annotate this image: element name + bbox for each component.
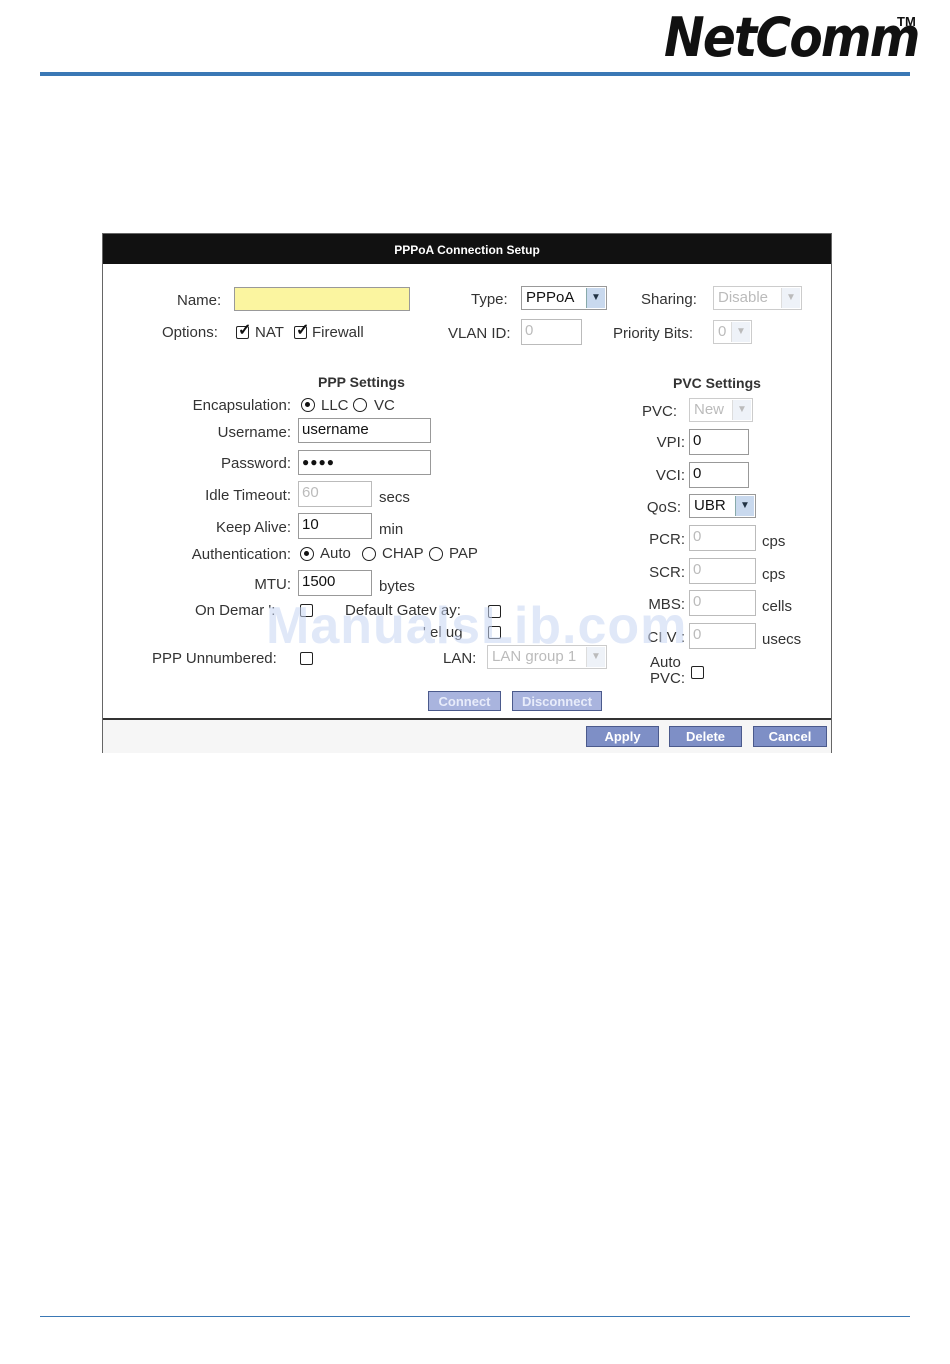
keep-alive-unit: min — [379, 521, 404, 538]
scr-input[interactable]: 0 — [689, 558, 756, 584]
cdvt-unit: usecs — [762, 631, 802, 648]
pcr-label: PCR: — [649, 531, 685, 548]
apply-button[interactable]: Apply — [586, 726, 659, 747]
sharing-value: Disable — [718, 289, 769, 306]
mtu-unit: bytes — [379, 578, 415, 595]
type-label: Type: — [471, 291, 508, 308]
connect-button[interactable]: Connect — [428, 691, 501, 711]
encapsulation-vc-radio[interactable] — [353, 398, 367, 412]
mbs-unit: cells — [762, 598, 793, 615]
keep-alive-input[interactable]: 10 — [298, 513, 372, 539]
idle-timeout-unit: secs — [379, 489, 410, 506]
vci-label: VCI: — [655, 467, 685, 484]
priority-select[interactable]: 0 ▼ — [713, 320, 752, 344]
header-divider — [40, 72, 910, 76]
pvc-settings-heading: PVC Settings — [673, 375, 761, 391]
type-value: PPPoA — [526, 289, 575, 306]
firewall-label: Firewall — [312, 324, 364, 341]
vci-input[interactable]: 0 — [689, 462, 749, 488]
cdvt-input[interactable]: 0 — [689, 623, 756, 649]
chevron-down-icon: ▼ — [735, 496, 754, 516]
qos-select[interactable]: UBR ▼ — [689, 494, 756, 518]
delete-button[interactable]: Delete — [669, 726, 742, 747]
chevron-down-icon: ▼ — [732, 400, 751, 420]
scr-label: SCR: — [649, 564, 685, 581]
vpi-input[interactable]: 0 — [689, 429, 749, 455]
mtu-label: MTU: — [254, 576, 291, 593]
pvc-value: New — [694, 401, 725, 418]
ppp-settings-heading: PPP Settings — [318, 374, 405, 390]
keep-alive-label: Keep Alive: — [215, 519, 291, 536]
priority-value: 0 — [718, 323, 727, 340]
name-input[interactable] — [234, 287, 410, 311]
pcr-input[interactable]: 0 — [689, 525, 756, 551]
auth-auto-label: Auto — [320, 545, 351, 562]
auth-auto-radio[interactable] — [300, 547, 314, 561]
idle-timeout-label: Idle Timeout: — [205, 487, 291, 504]
vlan-label: VLAN ID: — [448, 325, 511, 342]
nat-label: NAT — [255, 324, 284, 341]
sharing-label: Sharing: — [641, 291, 697, 308]
nat-checkbox[interactable]: ✓ — [236, 322, 251, 339]
auth-chap-radio[interactable] — [362, 547, 376, 561]
type-select[interactable]: PPPoA ▼ — [521, 286, 607, 310]
pvc-label: PVC: — [641, 403, 677, 420]
idle-timeout-input[interactable]: 60 — [298, 481, 372, 507]
chevron-down-icon: ▼ — [781, 288, 800, 308]
firewall-checkbox[interactable]: ✓ — [294, 322, 309, 339]
password-input[interactable]: ●●●● — [298, 450, 431, 475]
encapsulation-label: Encapsulation: — [192, 397, 291, 414]
authentication-label: Authentication: — [191, 546, 291, 563]
qos-value: UBR — [694, 497, 726, 514]
trademark-mark: TM — [897, 14, 916, 29]
pcr-unit: cps — [762, 533, 786, 550]
sharing-select[interactable]: Disable ▼ — [713, 286, 802, 310]
mbs-input[interactable]: 0 — [689, 590, 756, 616]
encapsulation-llc-radio[interactable] — [301, 398, 315, 412]
chevron-down-icon: ▼ — [731, 322, 750, 342]
watermark-text: ManualsLib.com — [266, 597, 688, 655]
auto-pvc-label-line2: PVC: — [650, 670, 686, 687]
password-label: Password: — [220, 455, 291, 472]
ppp-unnumbered-label: PPP Unnumbered: — [152, 650, 277, 667]
priority-label: Priority Bits: — [613, 325, 694, 342]
auto-pvc-label: Auto PVC: — [650, 655, 685, 687]
auto-pvc-label-line1: Auto — [650, 654, 681, 671]
panel-title: PPPoA Connection Setup — [103, 234, 831, 264]
auto-pvc-checkbox[interactable] — [691, 666, 704, 679]
username-input[interactable]: username — [298, 418, 431, 443]
auth-chap-label: CHAP — [382, 545, 424, 562]
panel-footer: Apply Delete Cancel — [103, 718, 831, 753]
chevron-down-icon: ▼ — [586, 288, 605, 308]
auth-pap-label: PAP — [449, 545, 478, 562]
footer-divider — [40, 1316, 910, 1317]
check-icon: ✓ — [296, 322, 310, 339]
netcomm-logo: NetComm — [664, 6, 920, 69]
check-icon: ✓ — [238, 322, 252, 339]
qos-label: QoS: — [646, 499, 681, 516]
mtu-input[interactable]: 1500 — [298, 570, 372, 596]
pvc-select[interactable]: New ▼ — [689, 398, 753, 422]
username-label: Username: — [217, 424, 291, 441]
scr-unit: cps — [762, 566, 786, 583]
vpi-label: VPI: — [656, 434, 685, 451]
on-demand-label: On Demar ': — [195, 602, 276, 619]
encapsulation-vc-label: VC — [374, 397, 395, 414]
cancel-button[interactable]: Cancel — [753, 726, 827, 747]
name-label: Name: — [177, 292, 222, 309]
options-label: Options: — [162, 324, 218, 341]
vlan-input[interactable]: 0 — [521, 319, 582, 345]
disconnect-button[interactable]: Disconnect — [512, 691, 602, 711]
auth-pap-radio[interactable] — [429, 547, 443, 561]
pppoa-connection-panel: PPPoA Connection Setup Name: Type: PPPoA… — [102, 233, 832, 753]
encapsulation-llc-label: LLC — [321, 397, 349, 414]
